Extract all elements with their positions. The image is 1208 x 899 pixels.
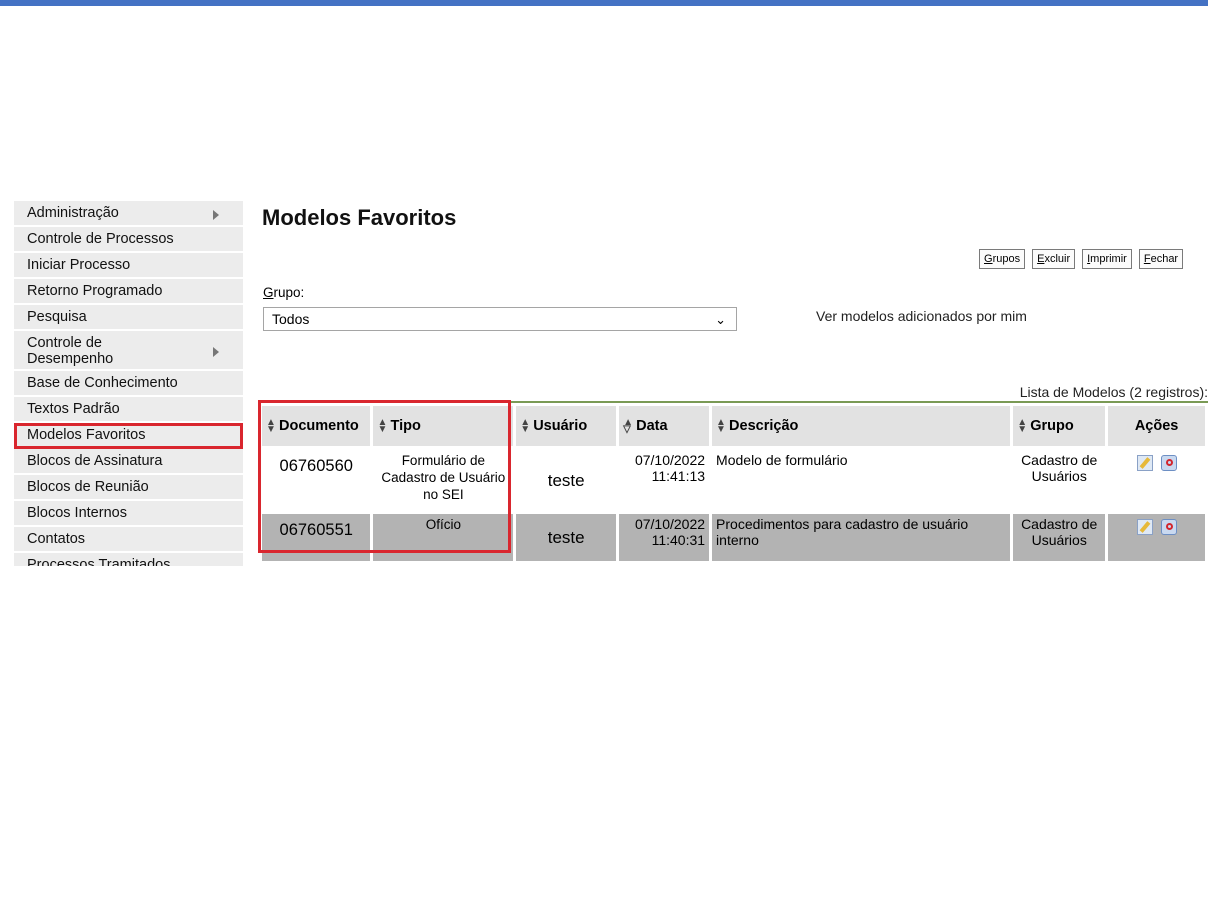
time-text: 11:41:13 <box>651 468 706 484</box>
date-text: 07/10/2022 <box>634 452 706 468</box>
table-top-border <box>262 401 1208 403</box>
grupo-label: Grupo: <box>263 285 304 300</box>
menu-item-label: Blocos de Reunião <box>27 479 149 495</box>
menu-item-label: Blocos de Assinatura <box>27 453 163 469</box>
header-label: Documento <box>279 418 359 434</box>
menu-item-textos-padrao[interactable]: Textos Padrão <box>14 397 243 423</box>
menu-item-pesquisa[interactable]: Pesquisa <box>14 305 243 331</box>
menu-item-controle-desempenho[interactable]: Controle de Desempenho <box>14 331 243 371</box>
cell-acoes <box>1106 448 1208 513</box>
menu-item-label: Textos Padrão <box>27 401 120 417</box>
toolbar: Grupos Excluir Imprimir Fechar <box>979 249 1184 269</box>
header-grupo[interactable]: ▲ ▼ Grupo <box>1011 406 1109 450</box>
grupo-select[interactable]: Todos ⌄ <box>263 307 737 331</box>
menu-item-blocos-reuniao[interactable]: Blocos de Reunião <box>14 475 243 501</box>
menu-item-label: Pesquisa <box>27 309 87 325</box>
accesskey-letter: G <box>263 285 274 300</box>
sort-icon: ▲ ▼ <box>716 417 726 436</box>
submenu-arrow-icon <box>213 210 219 220</box>
button-label-rest: mprimir <box>1090 253 1127 265</box>
accesskey-letter: G <box>984 253 993 265</box>
header-label: Tipo <box>390 418 421 434</box>
sort-icon: ▲ ▼ <box>520 417 531 436</box>
sort-icon: ▲ ▼ <box>1017 417 1028 436</box>
accesskey-letter: F <box>1143 253 1151 265</box>
header-label: Grupo <box>1030 418 1074 434</box>
grupo-label-rest: rupo: <box>273 285 305 300</box>
excluir-button[interactable]: Excluir <box>1032 249 1076 269</box>
menu-item-label: Controle de Desempenho <box>27 335 114 367</box>
cell-usuario[interactable]: teste <box>514 448 620 513</box>
header-label: Descrição <box>729 418 799 434</box>
edit-icon[interactable] <box>1136 455 1153 472</box>
menu-item-iniciar-processo[interactable]: Iniciar Processo <box>14 253 243 279</box>
cell-documento[interactable]: 06760551 <box>262 511 374 561</box>
header-documento[interactable]: ▲ ▼ Documento <box>262 406 374 450</box>
menu-item-base-conhecimento[interactable]: Base de Conhecimento <box>14 371 243 397</box>
menu-item-label: Blocos Internos <box>27 505 127 521</box>
menu-item-label: Contatos <box>27 531 86 547</box>
menu-item-label: Administração <box>27 205 119 221</box>
table-caption: Lista de Modelos (2 registros): <box>1019 384 1208 400</box>
time-text: 11:40:31 <box>651 532 706 548</box>
header-tipo[interactable]: ▲ ▼ Tipo <box>371 406 517 450</box>
sort-icon: ▲ ▽ <box>623 417 633 436</box>
cell-grupo: Cadastro de Usuários <box>1011 448 1109 513</box>
header-label: Usuário <box>533 418 588 434</box>
cell-tipo: Ofício <box>371 511 517 561</box>
menu-item-administracao[interactable]: Administração <box>14 201 243 227</box>
table-row[interactable]: 06760560 Formulário de Cadastro de Usuár… <box>262 448 1208 513</box>
edit-icon[interactable] <box>1136 519 1153 536</box>
chevron-down-icon: ⌄ <box>715 312 726 327</box>
menu-item-label: Controle de Processos <box>27 231 174 247</box>
menu-item-contatos[interactable]: Contatos <box>14 527 243 553</box>
fechar-button[interactable]: Fechar <box>1138 249 1184 269</box>
imprimir-button[interactable]: Imprimir <box>1082 249 1132 269</box>
menu-item-processos-tramitados[interactable]: Processos Tramitados <box>14 553 243 566</box>
button-label-rest: rupos <box>992 253 1021 265</box>
table-row[interactable]: 06760551 Ofício teste 07/10/2022 11:40:31… <box>262 511 1208 561</box>
menu-item-modelos-favoritos[interactable]: Modelos Favoritos <box>14 423 243 449</box>
header-label: Data <box>636 418 668 434</box>
menu-item-controle-processos[interactable]: Controle de Processos <box>14 227 243 253</box>
cell-descricao: Modelo de formulário <box>710 448 1014 513</box>
top-accent-bar <box>0 0 1208 6</box>
submenu-arrow-icon <box>213 347 219 357</box>
cell-grupo: Cadastro de Usuários <box>1011 511 1109 561</box>
header-usuario[interactable]: ▲ ▼ Usuário <box>514 406 620 450</box>
menu-item-label: Processos Tramitados <box>27 557 171 566</box>
date-text: 07/10/2022 <box>634 516 706 532</box>
table-header-row: ▲ ▼ Documento ▲ ▼ Tipo ▲ ▼ Usuário ▲ ▽ Data ▲ ▼ De… <box>262 406 1208 450</box>
cell-documento[interactable]: 06760560 <box>262 448 374 513</box>
menu-item-label: Retorno Programado <box>27 283 163 299</box>
header-acoes: Ações <box>1106 406 1208 450</box>
menu-item-blocos-internos[interactable]: Blocos Internos <box>14 501 243 527</box>
button-label-rest: echar <box>1150 253 1179 265</box>
cell-usuario[interactable]: teste <box>514 511 620 561</box>
main-menu: Administração Controle de Processos Inic… <box>14 201 243 566</box>
button-label-rest: xcluir <box>1044 253 1071 265</box>
cell-descricao: Procedimentos para cadastro de usuário i… <box>710 511 1014 561</box>
menu-item-retorno-programado[interactable]: Retorno Programado <box>14 279 243 305</box>
cell-data: 07/10/2022 11:41:13 <box>617 448 713 513</box>
modelos-table: ▲ ▼ Documento ▲ ▼ Tipo ▲ ▼ Usuário ▲ ▽ Data ▲ ▼ De… <box>262 406 1208 561</box>
menu-item-label: Iniciar Processo <box>27 257 131 273</box>
cell-data: 07/10/2022 11:40:31 <box>617 511 713 561</box>
sort-icon: ▲ ▼ <box>377 417 388 436</box>
header-data[interactable]: ▲ ▽ Data <box>617 406 713 450</box>
menu-item-label: Modelos Favoritos <box>27 427 146 443</box>
grupos-button[interactable]: Grupos <box>979 249 1026 269</box>
menu-item-blocos-assinatura[interactable]: Blocos de Assinatura <box>14 449 243 475</box>
menu-item-label: Base de Conhecimento <box>27 375 178 391</box>
remove-favorite-icon[interactable] <box>1160 519 1177 536</box>
page-title: Modelos Favoritos <box>262 205 457 230</box>
sort-icon: ▲ ▼ <box>266 417 276 436</box>
remove-favorite-icon[interactable] <box>1160 455 1177 472</box>
cell-acoes <box>1106 511 1208 561</box>
cell-tipo: Formulário de Cadastro de Usuário no SEI <box>371 448 517 513</box>
header-descricao[interactable]: ▲ ▼ Descrição <box>710 406 1014 450</box>
grupo-select-value: Todos <box>272 311 310 327</box>
ver-modelos-link[interactable]: Ver modelos adicionados por mim <box>816 308 1027 324</box>
